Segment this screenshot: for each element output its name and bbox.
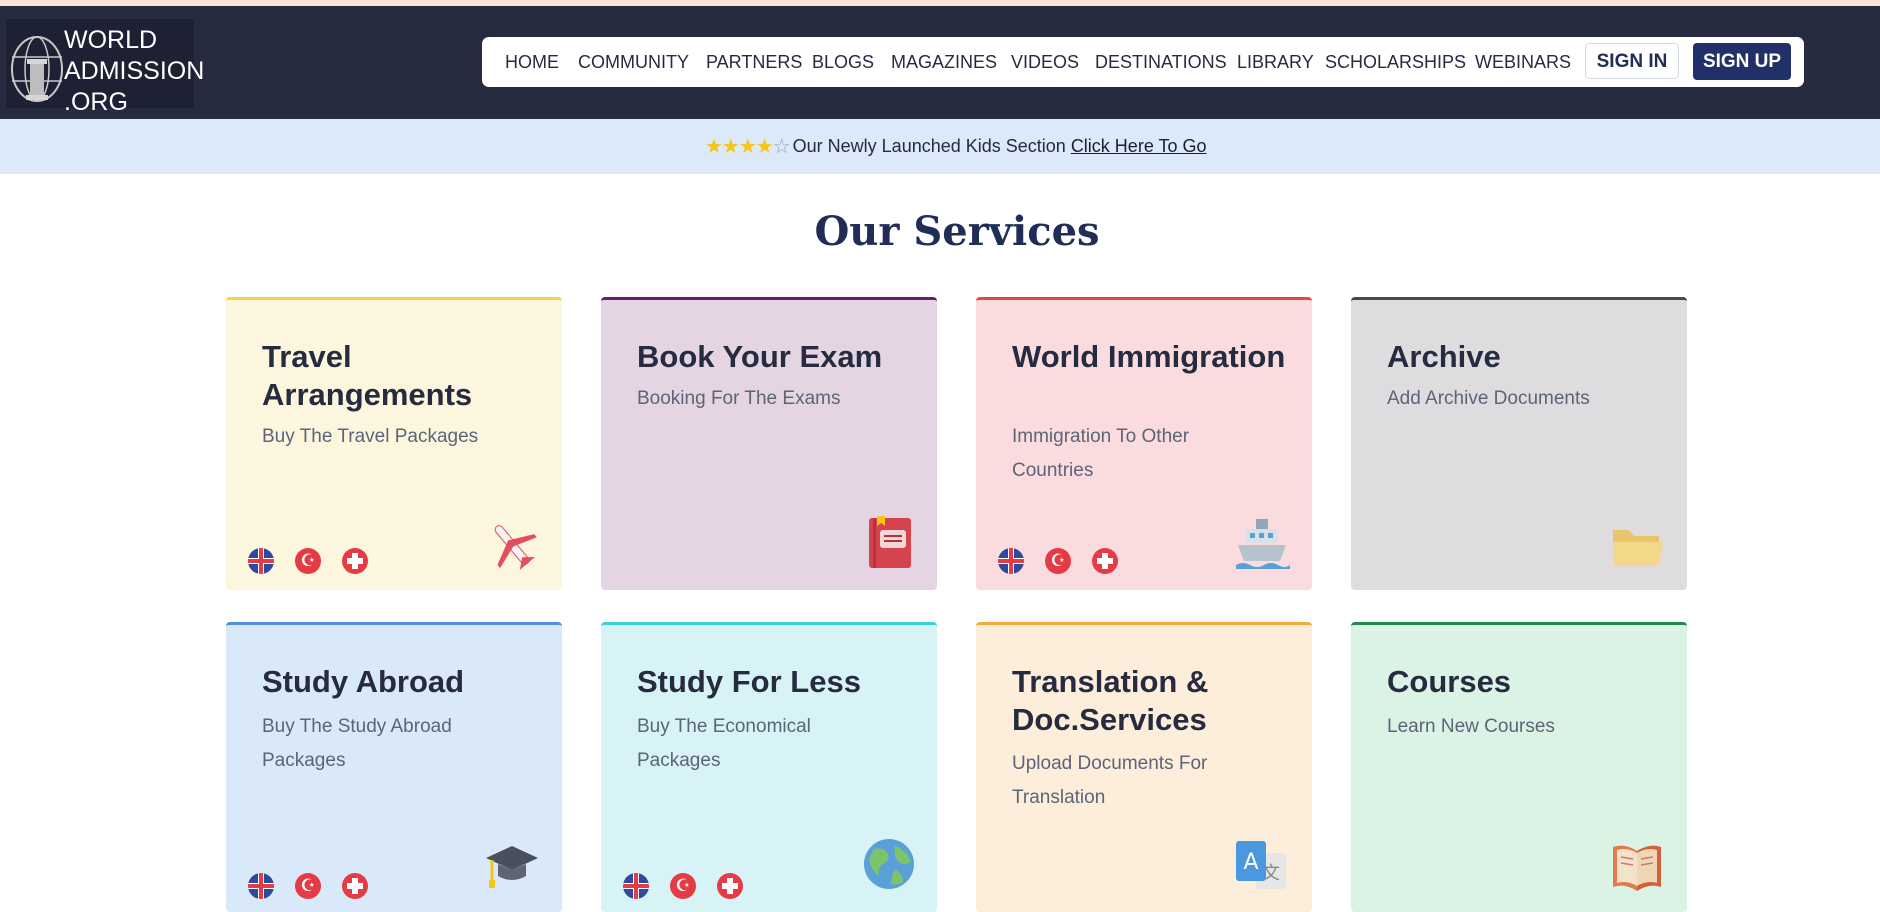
main-navigation: HOME COMMUNITY PARTNERS BLOGS MAGAZINES …: [482, 37, 1804, 87]
logo-text: WORLD ADMISSION .ORG: [64, 25, 204, 118]
sign-up-button[interactable]: SIGN UP: [1693, 43, 1791, 80]
sign-in-button[interactable]: SIGN IN: [1585, 43, 1679, 79]
service-card-study-for-less[interactable]: Study For Less Buy The Economical Packag…: [601, 622, 937, 912]
star-empty-icon: ☆: [772, 136, 791, 158]
open-book-icon: [1613, 845, 1661, 891]
swiss-flag-icon[interactable]: [342, 548, 368, 574]
swiss-flag-icon[interactable]: [1092, 548, 1118, 574]
book-icon: [869, 516, 911, 568]
card-title: Archive: [1387, 339, 1501, 374]
language-flags: ☪: [248, 873, 389, 899]
service-card-immigration[interactable]: World Immigration Immigration To Other C…: [976, 297, 1312, 590]
card-subtitle: Learn New Courses: [1387, 716, 1555, 737]
globe-pillar-logo-icon: [11, 36, 63, 102]
section-title: Our Services: [814, 208, 1100, 255]
nav-videos[interactable]: VIDEOS: [1011, 37, 1079, 87]
site-header: WORLD ADMISSION .ORG HOME COMMUNITY PART…: [0, 6, 1880, 119]
card-title: Book Your Exam: [637, 339, 883, 374]
globe-icon: [864, 839, 914, 889]
card-subtitle: Buy The Study Abroad Packages: [262, 716, 452, 771]
language-flags: ☪: [248, 548, 389, 574]
graduation-cap-icon: [486, 846, 538, 888]
nav-partners[interactable]: PARTNERS: [706, 37, 802, 87]
logo-line-2: ADMISSION: [64, 57, 205, 85]
card-title: World Immigration: [1012, 339, 1286, 374]
card-title: Courses: [1387, 664, 1512, 699]
card-subtitle: Booking For The Exams: [637, 388, 841, 409]
rating-stars: ★★★★☆: [705, 134, 791, 159]
turkey-flag-icon[interactable]: ☪: [670, 873, 696, 899]
nav-magazines[interactable]: MAGAZINES: [891, 37, 997, 87]
service-card-archive[interactable]: Archive Add Archive Documents: [1351, 297, 1687, 590]
swiss-flag-icon[interactable]: [342, 873, 368, 899]
ship-icon: [1236, 519, 1290, 569]
card-subtitle: Buy The Travel Packages: [262, 426, 479, 447]
card-subtitle: Immigration To Other Countries: [1012, 426, 1190, 481]
nav-community[interactable]: COMMUNITY: [578, 37, 689, 87]
card-title: Translation & Doc.Services: [1012, 664, 1209, 737]
service-card-book-exam[interactable]: Book Your Exam Booking For The Exams: [601, 297, 937, 590]
service-card-study-abroad[interactable]: Study Abroad Buy The Study Abroad Packag…: [226, 622, 562, 912]
language-flags: ☪: [623, 873, 764, 899]
logo-line-1: WORLD: [64, 26, 158, 54]
card-subtitle: Add Archive Documents: [1387, 388, 1590, 409]
service-card-travel[interactable]: Travel Arrangements Buy The Travel Packa…: [226, 297, 562, 590]
nav-blogs[interactable]: BLOGS: [812, 37, 874, 87]
service-card-translation[interactable]: Translation & Doc.Services Upload Docume…: [976, 622, 1312, 912]
nav-webinars[interactable]: WEBINARS: [1475, 37, 1571, 87]
language-flags: ☪: [998, 548, 1139, 574]
card-title: Study For Less: [637, 664, 861, 699]
translate-icon: 文 A: [1236, 841, 1286, 889]
uk-flag-icon[interactable]: [623, 873, 649, 899]
svg-text:A: A: [1243, 850, 1258, 875]
announcement-banner: ★★★★☆ Our Newly Launched Kids Section Cl…: [0, 119, 1880, 174]
turkey-flag-icon[interactable]: ☪: [295, 548, 321, 574]
nav-scholarships[interactable]: SCHOLARSHIPS: [1325, 37, 1466, 87]
nav-library[interactable]: LIBRARY: [1237, 37, 1314, 87]
card-title: Study Abroad: [262, 664, 465, 699]
nav-destinations[interactable]: DESTINATIONS: [1095, 37, 1227, 87]
star-filled-icon: ★★★★: [705, 136, 774, 158]
folder-icon: [1613, 530, 1663, 566]
service-card-courses[interactable]: Courses Learn New Courses: [1351, 622, 1687, 912]
kids-section-link[interactable]: Click Here To Go: [1071, 136, 1207, 157]
turkey-flag-icon[interactable]: ☪: [295, 873, 321, 899]
banner-text: Our Newly Launched Kids Section: [792, 136, 1066, 156]
uk-flag-icon[interactable]: [248, 548, 274, 574]
card-subtitle: Buy The Economical Packages: [637, 716, 811, 771]
uk-flag-icon[interactable]: [248, 873, 274, 899]
site-logo[interactable]: WORLD ADMISSION .ORG: [6, 19, 204, 116]
card-subtitle: Upload Documents For Translation: [1012, 753, 1208, 808]
nav-home[interactable]: HOME: [505, 37, 559, 87]
turkey-flag-icon[interactable]: ☪: [1045, 548, 1071, 574]
airplane-icon: [494, 525, 537, 570]
swiss-flag-icon[interactable]: [717, 873, 743, 899]
logo-line-3: .ORG: [64, 88, 128, 116]
card-title: Travel Arrangements: [262, 339, 473, 412]
uk-flag-icon[interactable]: [998, 548, 1024, 574]
